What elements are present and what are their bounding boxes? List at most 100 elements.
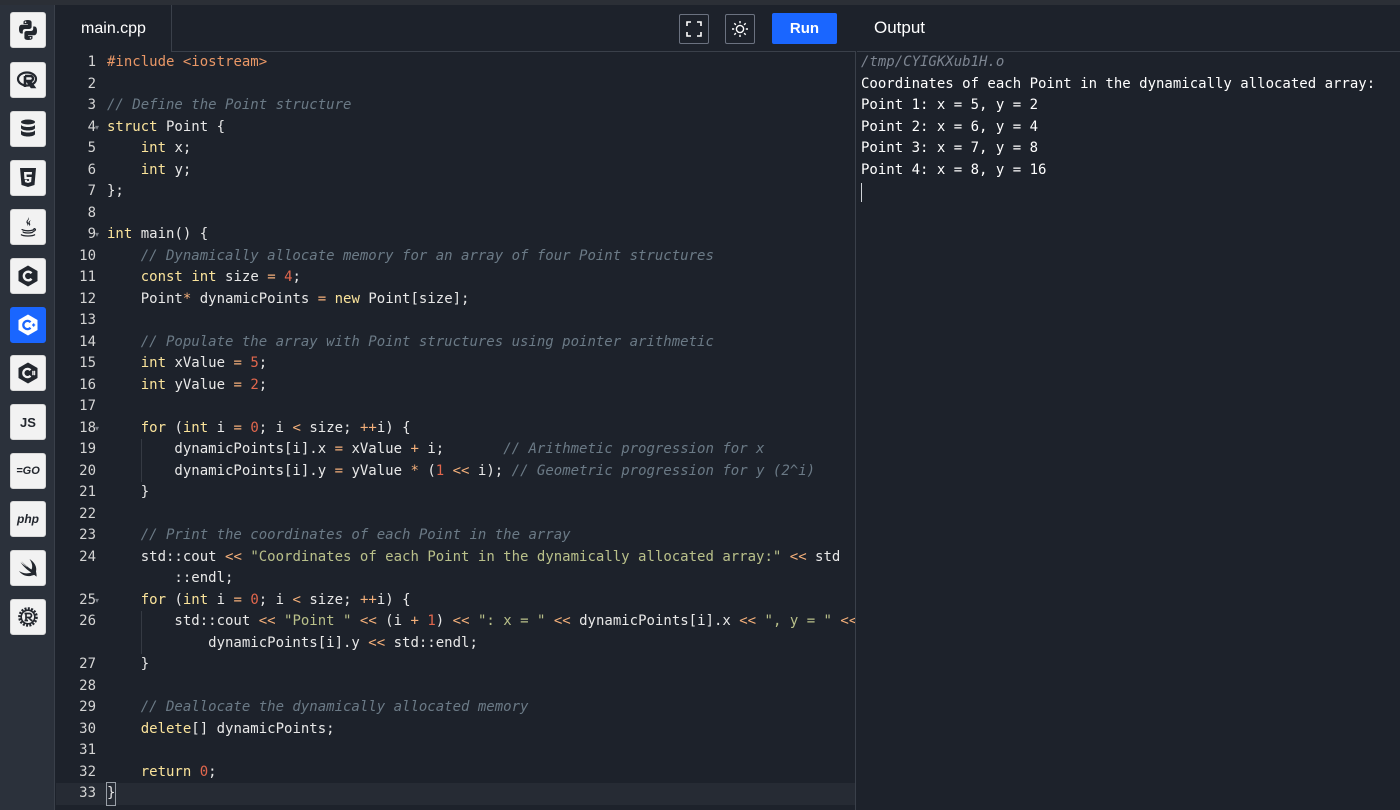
code-line: dynamicPoints[i].y << std::endl; (107, 634, 478, 651)
line-number: 29 (79, 699, 96, 715)
fold-toggle-icon[interactable]: ▾ (95, 224, 99, 246)
code-line: #include <iostream> (107, 54, 268, 70)
output-file-path: /tmp/CYIGKXub1H.o (861, 54, 1005, 70)
line-number: 15 (79, 355, 96, 371)
online-compiler-app: JS =GO php main.cpp Run 1 #include <iost… (0, 0, 1400, 810)
output-text-cursor (861, 183, 862, 202)
line-number: 4 (87, 118, 96, 135)
code-line: std::cout << "Point " << (i + 1) << ": x… (107, 613, 856, 629)
theme-toggle-button[interactable] (725, 14, 755, 44)
code-line: }; (107, 183, 124, 199)
file-tab-main-cpp[interactable]: main.cpp (56, 5, 172, 52)
code-line: delete[] dynamicPoints; (140, 720, 335, 737)
go-language-button[interactable]: =GO (10, 453, 46, 489)
code-line: int y; (140, 161, 192, 178)
code-line: } (107, 484, 150, 500)
line-number: 31 (79, 742, 96, 758)
rust-language-button[interactable] (10, 599, 46, 635)
line-number: 2 (87, 75, 96, 92)
database-icon (21, 119, 35, 137)
line-number: 30 (79, 720, 96, 737)
code-line: // Print the coordinates of each Point i… (140, 527, 571, 543)
line-number: 22 (79, 505, 96, 522)
language-sidebar: JS =GO php (0, 5, 55, 810)
rust-icon (18, 607, 38, 627)
js-icon: JS (20, 414, 36, 430)
line-number: 20 (79, 462, 96, 479)
code-line: // Populate the array with Point structu… (140, 333, 714, 350)
active-line-highlight (56, 783, 855, 805)
line-number: 32 (79, 763, 96, 780)
output-line: Point 4: x = 8, y = 16 (861, 161, 1047, 178)
output-line: Point 1: x = 5, y = 2 (861, 97, 1039, 113)
swift-icon (19, 559, 37, 577)
code-line: dynamicPoints[i].x = xValue + i; // Arit… (107, 441, 765, 457)
output-header: Output (857, 5, 1400, 52)
output-console[interactable]: /tmp/CYIGKXub1H.o Coordinates of each Po… (857, 52, 1400, 810)
line-number: 6 (87, 161, 96, 178)
html-language-button[interactable] (10, 160, 46, 196)
code-line: ::endl; (107, 570, 234, 586)
code-line: int main() { (107, 226, 209, 242)
line-number: 27 (79, 656, 96, 672)
cpp-icon (18, 314, 38, 336)
code-line: return 0; (140, 763, 217, 780)
line-number: 24 (79, 548, 96, 565)
code-line: // Deallocate the dynamically allocated … (140, 699, 529, 715)
code-line: int yValue = 2; (140, 376, 268, 393)
go-icon: =GO (16, 465, 40, 477)
r-icon (16, 71, 38, 89)
code-line: int x; (140, 140, 192, 156)
line-number: 1 (87, 54, 96, 70)
line-number: 9 (87, 226, 96, 242)
line-number: 19 (79, 441, 96, 457)
line-number: 23 (79, 527, 96, 543)
r-language-button[interactable] (10, 62, 46, 98)
line-number: 14 (79, 333, 96, 350)
output-line: Point 2: x = 6, y = 4 (861, 118, 1039, 135)
line-number: 11 (79, 269, 96, 285)
line-number: 21 (79, 484, 96, 500)
csharp-language-button[interactable] (10, 355, 46, 391)
code-line: dynamicPoints[i].y = yValue * (1 << i); … (107, 462, 816, 479)
sql-language-button[interactable] (10, 111, 46, 147)
line-number: 18 (79, 419, 96, 436)
fullscreen-button[interactable] (679, 14, 709, 44)
python-language-button[interactable] (10, 12, 46, 48)
line-number: 25 (79, 591, 96, 608)
c-language-button[interactable] (10, 258, 46, 294)
fold-toggle-icon[interactable]: ▾ (95, 418, 99, 440)
line-number: 7 (87, 183, 96, 199)
line-number: 5 (87, 140, 96, 156)
code-line: Point* dynamicPoints = new Point[size]; (107, 290, 470, 307)
line-number (56, 633, 96, 655)
php-language-button[interactable]: php (10, 501, 46, 537)
indent-guide (141, 611, 142, 654)
code-line: for (int i = 0; i < size; ++i) { (140, 591, 411, 608)
sun-icon (732, 21, 748, 37)
code-line: } (105, 782, 117, 806)
line-number: 33 (79, 785, 96, 801)
code-line: int xValue = 5; (140, 355, 268, 371)
code-editor[interactable]: 1 #include <iostream> 2 3// Define the Poin… (56, 52, 856, 810)
java-language-button[interactable] (10, 209, 46, 245)
c-icon (18, 265, 38, 287)
line-number: 13 (79, 312, 96, 328)
fold-toggle-icon[interactable]: ▾ (95, 117, 99, 139)
fold-toggle-icon[interactable]: ▾ (95, 590, 99, 612)
html5-icon (20, 168, 36, 187)
code-line: } (107, 656, 150, 672)
code-line: for (int i = 0; i < size; ++i) { (140, 419, 411, 436)
editor-toolbar: main.cpp Run (56, 5, 856, 52)
code-line: // Dynamically allocate memory for an ar… (140, 247, 714, 264)
line-number: 16 (79, 376, 96, 393)
run-button[interactable]: Run (772, 13, 837, 44)
java-icon (20, 217, 37, 237)
cpp-language-button[interactable] (10, 307, 46, 343)
fullscreen-icon (686, 21, 702, 37)
line-number (56, 568, 96, 590)
output-title: Output (874, 18, 926, 37)
swift-language-button[interactable] (10, 550, 46, 586)
code-line: std::cout << "Coordinates of each Point … (107, 548, 841, 565)
javascript-language-button[interactable]: JS (10, 404, 46, 440)
